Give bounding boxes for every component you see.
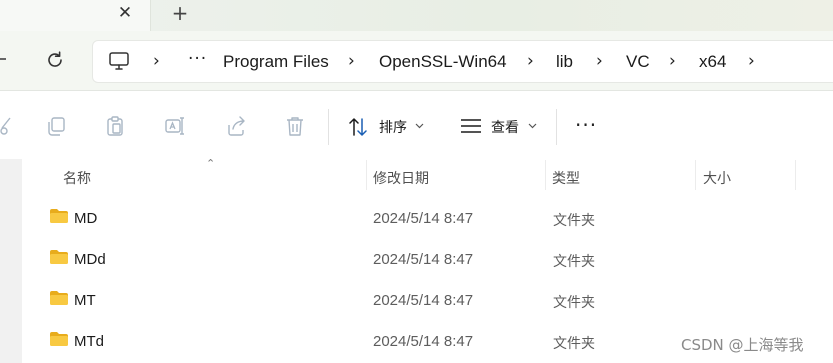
file-modified: 2024/5/14 8:47 <box>373 251 474 268</box>
folder-icon <box>50 291 68 305</box>
folder-icon <box>50 209 68 223</box>
column-divider[interactable] <box>795 160 796 190</box>
list-item[interactable]: MDd 2024/5/14 8:47 文件夹 <box>22 239 833 280</box>
file-type: 文件夹 <box>553 336 595 352</box>
view-label: 查看 <box>491 120 519 136</box>
file-name: MT <box>74 292 96 309</box>
address-bar-row: › ··· Program Files › OpenSSL-Win64 › li… <box>0 31 833 91</box>
close-icon[interactable]: ✕ <box>116 4 134 22</box>
toolbar-divider <box>556 109 557 145</box>
back-icon[interactable] <box>0 58 6 60</box>
folder-icon <box>50 332 68 346</box>
file-modified: 2024/5/14 8:47 <box>373 210 474 227</box>
more-icon[interactable]: ··· <box>575 113 597 137</box>
crumb-program-files[interactable]: Program Files <box>223 52 329 72</box>
file-type: 文件夹 <box>553 295 595 311</box>
command-bar: 排序 查看 ··· <box>0 91 833 159</box>
tab-current[interactable]: ✕ <box>0 0 151 31</box>
chevron-right-icon[interactable]: › <box>596 51 603 71</box>
file-type: 文件夹 <box>553 254 595 270</box>
column-header-modified[interactable]: 修改日期 <box>367 159 545 191</box>
overflow-icon[interactable]: ··· <box>188 49 207 69</box>
chevron-down-icon <box>415 123 424 129</box>
computer-icon[interactable] <box>108 51 130 71</box>
sort-icon <box>349 118 367 136</box>
chevron-right-icon[interactable]: › <box>348 51 355 71</box>
file-list: ⌃ 名称 修改日期 类型 大小 MD 2024/5/14 8:47 文件夹 MD… <box>0 157 833 363</box>
file-name: MD <box>74 210 98 227</box>
chevron-right-icon[interactable]: › <box>153 51 160 71</box>
paste-icon[interactable] <box>104 115 126 137</box>
address-breadcrumb[interactable]: › ··· Program Files › OpenSSL-Win64 › li… <box>92 40 833 83</box>
file-name: MDd <box>74 251 106 268</box>
plus-icon[interactable]: + <box>170 3 190 23</box>
chevron-right-icon[interactable]: › <box>527 51 534 71</box>
file-modified: 2024/5/14 8:47 <box>373 333 474 350</box>
watermark: CSDN @上海等我 <box>681 336 804 354</box>
cut-icon[interactable] <box>0 115 12 137</box>
view-icon <box>461 119 481 133</box>
chevron-down-icon <box>528 123 537 129</box>
crumb-openssl-win64[interactable]: OpenSSL-Win64 <box>379 52 507 72</box>
rename-icon[interactable] <box>164 115 186 137</box>
crumb-x64[interactable]: x64 <box>699 52 726 72</box>
tab-bar: ✕ + <box>0 0 833 31</box>
column-header-name[interactable]: 名称 <box>22 159 366 191</box>
list-item[interactable]: MD 2024/5/14 8:47 文件夹 <box>22 198 833 239</box>
refresh-icon[interactable] <box>44 49 66 71</box>
file-modified: 2024/5/14 8:47 <box>373 292 474 309</box>
navigation-pane-edge <box>0 159 22 363</box>
column-header-type[interactable]: 类型 <box>546 159 695 191</box>
file-name: MTd <box>74 333 104 350</box>
folder-icon <box>50 250 68 264</box>
file-type: 文件夹 <box>553 213 595 229</box>
list-item[interactable]: MT 2024/5/14 8:47 文件夹 <box>22 280 833 321</box>
chevron-right-icon[interactable]: › <box>748 51 755 71</box>
copy-icon[interactable] <box>45 115 67 137</box>
crumb-lib[interactable]: lib <box>556 52 573 72</box>
delete-icon[interactable] <box>284 115 306 137</box>
column-header-size[interactable]: 大小 <box>696 159 795 191</box>
view-button[interactable]: 查看 <box>460 114 540 138</box>
share-icon[interactable] <box>225 115 247 137</box>
chevron-right-icon[interactable]: › <box>669 51 676 71</box>
toolbar-divider <box>328 109 329 145</box>
sort-button[interactable]: 排序 <box>347 114 427 138</box>
sort-label: 排序 <box>379 120 407 136</box>
crumb-vc[interactable]: VC <box>626 52 650 72</box>
